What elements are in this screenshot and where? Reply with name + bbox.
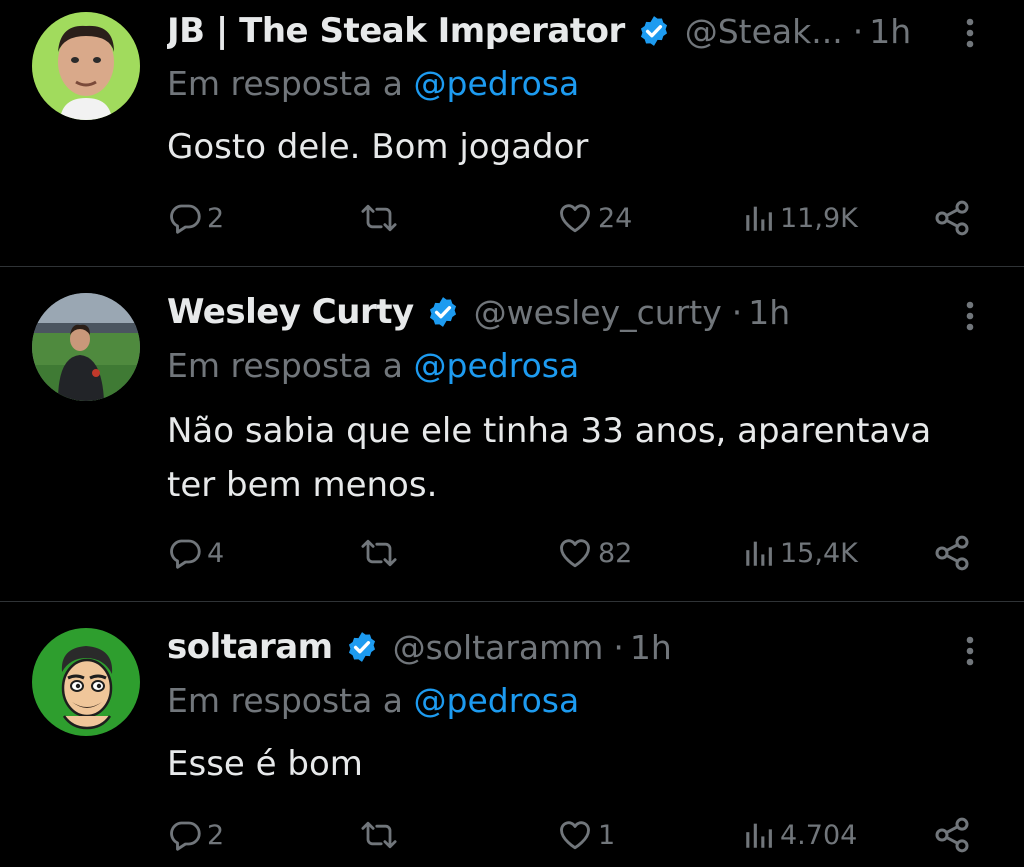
author-name[interactable]: JB | The Steak Imperator xyxy=(167,11,625,51)
share-icon xyxy=(935,200,969,236)
views-count: 15,4K xyxy=(780,537,858,569)
author-name[interactable]: Wesley Curty xyxy=(167,292,414,332)
avatar-soltaram[interactable] xyxy=(32,628,140,736)
reply-count: 2 xyxy=(207,202,225,234)
views-button[interactable]: 15,4K xyxy=(742,531,858,575)
like-count: 24 xyxy=(598,202,633,234)
avatar-jb[interactable] xyxy=(32,12,140,120)
tweet-text: Gosto dele. Bom jogador xyxy=(167,127,589,167)
reply-button[interactable]: 2 xyxy=(167,196,224,240)
tweet-1[interactable]: JB | The Steak Imperator @Steak... · 1h … xyxy=(0,0,1024,266)
retweet-button[interactable] xyxy=(357,813,401,857)
like-button[interactable]: 24 xyxy=(556,196,632,240)
avatar-wesley-image xyxy=(32,293,140,401)
share-button[interactable] xyxy=(932,531,972,575)
separator-dot: · xyxy=(852,11,864,51)
reply-mention-link[interactable]: @pedrosa xyxy=(414,64,580,103)
views-count: 4.704 xyxy=(780,819,858,851)
verified-badge-icon xyxy=(640,16,667,46)
share-button[interactable] xyxy=(932,813,972,857)
tweet-time[interactable]: 1h xyxy=(630,628,672,667)
retweet-button[interactable] xyxy=(357,196,401,240)
author-handle[interactable]: @soltaramm xyxy=(393,628,604,667)
separator-dot: · xyxy=(731,292,743,332)
tweet-text: Não sabia que ele tinha 33 anos, aparent… xyxy=(167,411,932,505)
reply-prefix: Em resposta a xyxy=(167,681,404,720)
reply-mention-link[interactable]: @pedrosa xyxy=(414,681,580,720)
retweet-icon xyxy=(361,539,397,567)
reply-prefix: Em resposta a xyxy=(167,64,404,103)
heart-icon xyxy=(560,821,590,850)
reply-context: Em resposta a @pedrosa xyxy=(167,346,579,385)
views-button[interactable]: 4.704 xyxy=(742,813,857,857)
tweet-header: Wesley Curty @wesley_curty · 1h xyxy=(167,287,934,337)
reply-prefix: Em resposta a xyxy=(167,346,404,385)
author-handle[interactable]: @Steak... xyxy=(685,12,843,51)
reply-icon xyxy=(170,204,201,234)
reply-count: 2 xyxy=(207,819,225,851)
like-button[interactable]: 1 xyxy=(556,813,615,857)
heart-icon xyxy=(560,539,590,568)
views-button[interactable]: 11,9K xyxy=(742,196,858,240)
more-vertical-icon[interactable] xyxy=(950,291,990,341)
heart-icon xyxy=(560,204,590,233)
reply-icon xyxy=(170,539,201,569)
more-vertical-icon[interactable] xyxy=(950,626,990,676)
retweet-button[interactable] xyxy=(357,531,401,575)
views-chart-icon xyxy=(746,206,772,231)
reply-context: Em resposta a @pedrosa xyxy=(167,681,579,720)
separator-dot: · xyxy=(613,627,624,667)
tweet-time[interactable]: 1h xyxy=(869,12,911,51)
like-count: 82 xyxy=(598,537,633,569)
verified-badge-icon xyxy=(429,297,456,327)
reply-mention-link[interactable]: @pedrosa xyxy=(414,346,580,385)
reply-count: 4 xyxy=(207,537,225,569)
retweet-icon xyxy=(361,821,397,849)
reply-icon xyxy=(170,821,201,851)
avatar-wesley[interactable] xyxy=(32,293,140,401)
share-icon xyxy=(935,535,969,571)
tweet-header: JB | The Steak Imperator @Steak... · 1h xyxy=(167,6,934,56)
tweet-header: soltaram @soltaramm · 1h xyxy=(167,622,934,672)
tweet-text: Esse é bom xyxy=(167,744,363,784)
reply-button[interactable]: 2 xyxy=(167,813,224,857)
share-button[interactable] xyxy=(932,196,972,240)
tweet-time[interactable]: 1h xyxy=(748,293,790,332)
verified-badge-icon xyxy=(348,632,375,662)
more-vertical-icon[interactable] xyxy=(950,8,990,58)
views-count: 11,9K xyxy=(780,202,858,234)
retweet-icon xyxy=(361,204,397,232)
author-handle[interactable]: @wesley_curty xyxy=(474,293,722,332)
views-chart-icon xyxy=(746,823,772,848)
tweet-2[interactable]: Wesley Curty @wesley_curty · 1h Em respo… xyxy=(0,267,1024,601)
like-button[interactable]: 82 xyxy=(556,531,632,575)
like-count: 1 xyxy=(598,819,616,851)
share-icon xyxy=(935,817,969,853)
avatar-soltaram-image xyxy=(32,628,140,736)
author-name[interactable]: soltaram xyxy=(167,627,333,667)
avatar-jb-image xyxy=(32,12,140,120)
views-chart-icon xyxy=(746,541,772,566)
reply-context: Em resposta a @pedrosa xyxy=(167,64,579,103)
tweet-3[interactable]: soltaram @soltaramm · 1h Em resposta a @… xyxy=(0,602,1024,867)
reply-button[interactable]: 4 xyxy=(167,531,224,575)
